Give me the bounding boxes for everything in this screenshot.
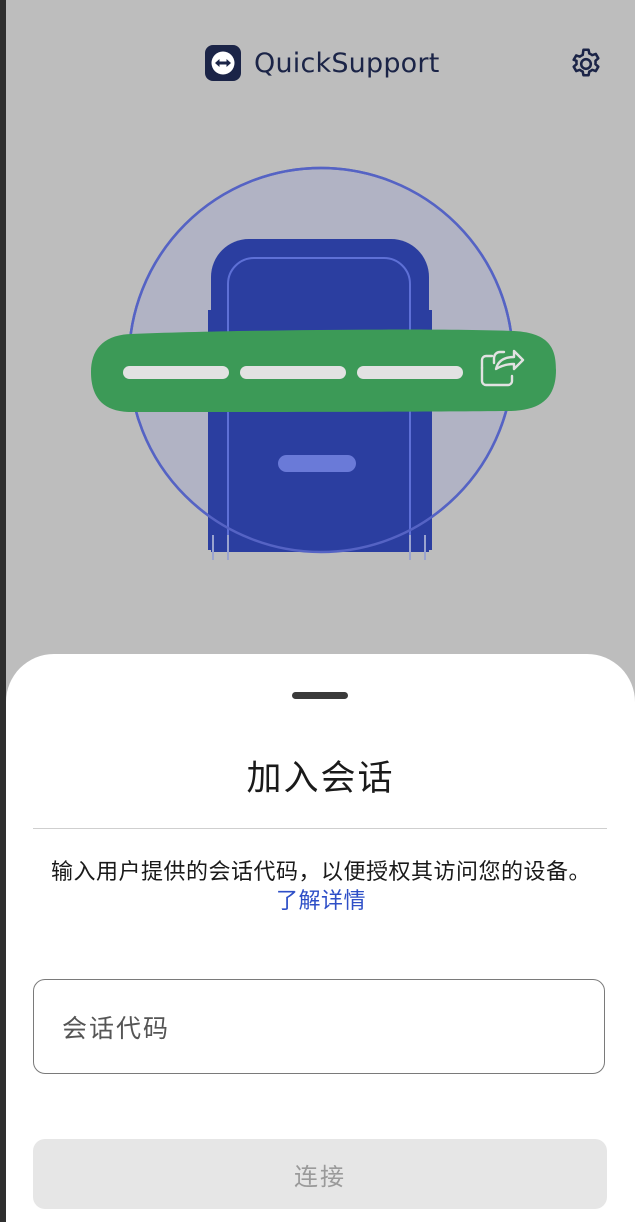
- description: 输入用户提供的会话代码，以便授权其访问您的设备。了解详情: [46, 858, 596, 916]
- join-session-sheet: 加入会话 输入用户提供的会话代码，以便授权其访问您的设备。了解详情 会话代码 连…: [6, 654, 635, 1222]
- app-title: QuickSupport: [254, 47, 440, 79]
- connect-button-label: 连接: [294, 1162, 346, 1191]
- session-code-placeholder: 会话代码: [62, 1013, 171, 1043]
- hero-illustration: [6, 150, 635, 699]
- session-code-input[interactable]: 会话代码: [33, 979, 605, 1074]
- teamviewer-logo-icon: [205, 45, 241, 81]
- description-text: 输入用户提供的会话代码，以便授权其访问您的设备。: [50, 860, 591, 885]
- sheet-title: 加入会话: [246, 759, 395, 799]
- app-screen: QuickSupport 加入会话 输入用户提供的会话代码，以便授权其访问您的设…: [6, 0, 635, 1222]
- divider: [33, 828, 607, 829]
- learn-more-link[interactable]: 了解详情: [276, 889, 366, 914]
- sheet-drag-handle[interactable]: [292, 692, 348, 699]
- connect-button[interactable]: 连接: [33, 1139, 607, 1209]
- brand: QuickSupport: [205, 44, 439, 82]
- gear-icon[interactable]: [566, 44, 606, 84]
- top-bar: QuickSupport: [6, 0, 635, 130]
- session-code-bar: [91, 329, 556, 412]
